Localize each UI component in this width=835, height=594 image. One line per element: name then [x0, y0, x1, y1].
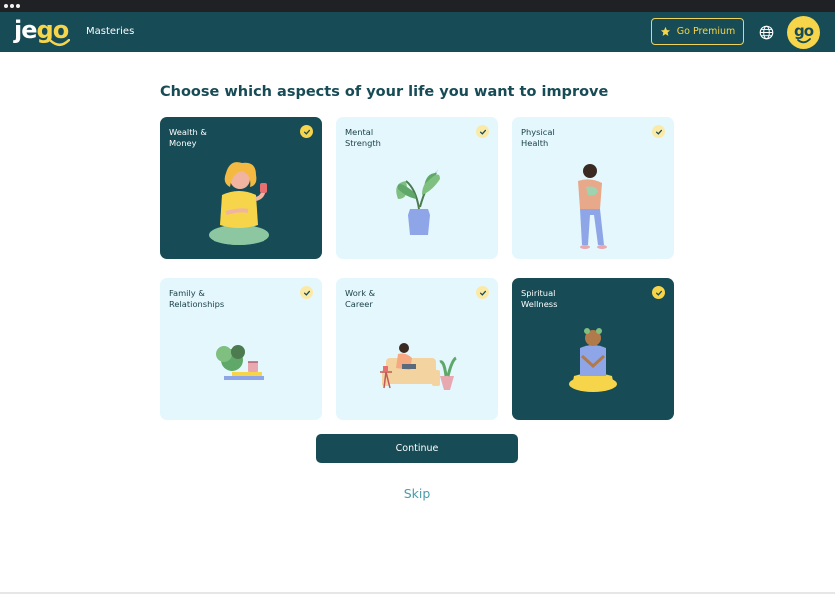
avatar[interactable]: go: [787, 16, 820, 49]
card-label: Wealth & Money: [169, 127, 207, 148]
logo-smile-icon: [50, 39, 70, 46]
check-icon: [300, 125, 313, 138]
jego-logo[interactable]: jego: [14, 15, 70, 49]
card-label: Work & Career: [345, 288, 376, 309]
window-dot-icon: [4, 4, 8, 8]
aspect-card-spiritual-wellness[interactable]: Spiritual Wellness: [512, 278, 674, 420]
app-header: jego Masteries Go Premium go: [0, 12, 835, 52]
check-icon: [652, 286, 665, 299]
skip-link[interactable]: Skip: [360, 486, 474, 501]
go-premium-label: Go Premium: [676, 26, 736, 37]
check-icon: [300, 286, 313, 299]
page-title: Choose which aspects of your life you wa…: [160, 84, 609, 100]
aspect-card-work-career[interactable]: Work & Career: [336, 278, 498, 420]
aspect-card-family-relationships[interactable]: Family & Relationships: [160, 278, 322, 420]
globe-icon[interactable]: [759, 25, 774, 40]
aspect-card-wealth-money[interactable]: Wealth & Money: [160, 117, 322, 259]
star-icon: [660, 26, 670, 36]
check-icon: [652, 125, 665, 138]
avatar-smile-icon: [797, 38, 811, 44]
logo-text-je: je: [14, 16, 37, 44]
card-label: Family & Relationships: [169, 288, 225, 309]
aspect-card-mental-strength[interactable]: Mental Strength: [336, 117, 498, 259]
continue-button[interactable]: Continue: [316, 434, 518, 463]
card-label: Mental Strength: [345, 127, 381, 148]
nav-masteries-link[interactable]: Masteries: [86, 12, 134, 52]
check-icon: [476, 125, 489, 138]
check-icon: [476, 286, 489, 299]
card-label: Physical Health: [521, 127, 555, 148]
go-premium-button[interactable]: Go Premium: [651, 18, 744, 45]
window-dot-icon: [16, 4, 20, 8]
window-dot-icon: [10, 4, 14, 8]
window-titlebar: [0, 0, 835, 12]
card-label: Spiritual Wellness: [521, 288, 558, 309]
aspect-card-physical-health[interactable]: Physical Health: [512, 117, 674, 259]
